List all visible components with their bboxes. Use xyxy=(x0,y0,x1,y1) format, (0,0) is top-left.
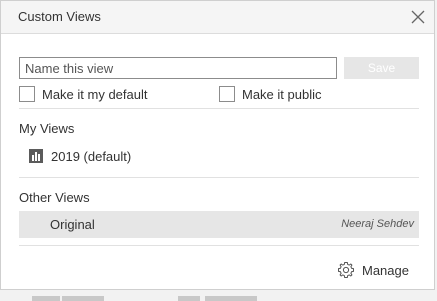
other-view-label: Original xyxy=(50,217,95,232)
background-content xyxy=(0,291,437,301)
custom-views-dialog: Custom Views Save Make it my default Mak… xyxy=(0,0,435,290)
other-view-item[interactable]: Original Neeraj Sehdev xyxy=(19,211,419,238)
dialog-titlebar: Custom Views xyxy=(1,1,434,34)
view-thumbnail-icon xyxy=(29,149,43,163)
my-view-label: 2019 (default) xyxy=(51,148,132,164)
divider xyxy=(19,245,419,246)
public-checkbox-row[interactable]: Make it public xyxy=(219,85,321,103)
manage-button[interactable]: Manage xyxy=(337,261,409,279)
view-name-input[interactable] xyxy=(19,57,337,79)
manage-label: Manage xyxy=(362,262,409,278)
dialog-title: Custom Views xyxy=(18,9,101,24)
other-views-heading: Other Views xyxy=(19,190,90,205)
default-checkbox-label: Make it my default xyxy=(42,86,148,102)
other-view-owner: Neeraj Sehdev xyxy=(341,218,414,230)
gear-icon xyxy=(338,262,354,278)
public-checkbox[interactable] xyxy=(219,86,235,102)
divider xyxy=(19,177,419,178)
close-icon[interactable] xyxy=(408,7,428,27)
public-checkbox-label: Make it public xyxy=(242,86,322,102)
my-views-heading: My Views xyxy=(19,121,75,136)
default-checkbox-row[interactable]: Make it my default xyxy=(19,85,148,103)
save-button[interactable]: Save xyxy=(344,57,419,79)
default-checkbox[interactable] xyxy=(19,86,35,102)
divider xyxy=(19,108,419,109)
my-view-item[interactable]: 2019 (default) xyxy=(29,143,131,169)
